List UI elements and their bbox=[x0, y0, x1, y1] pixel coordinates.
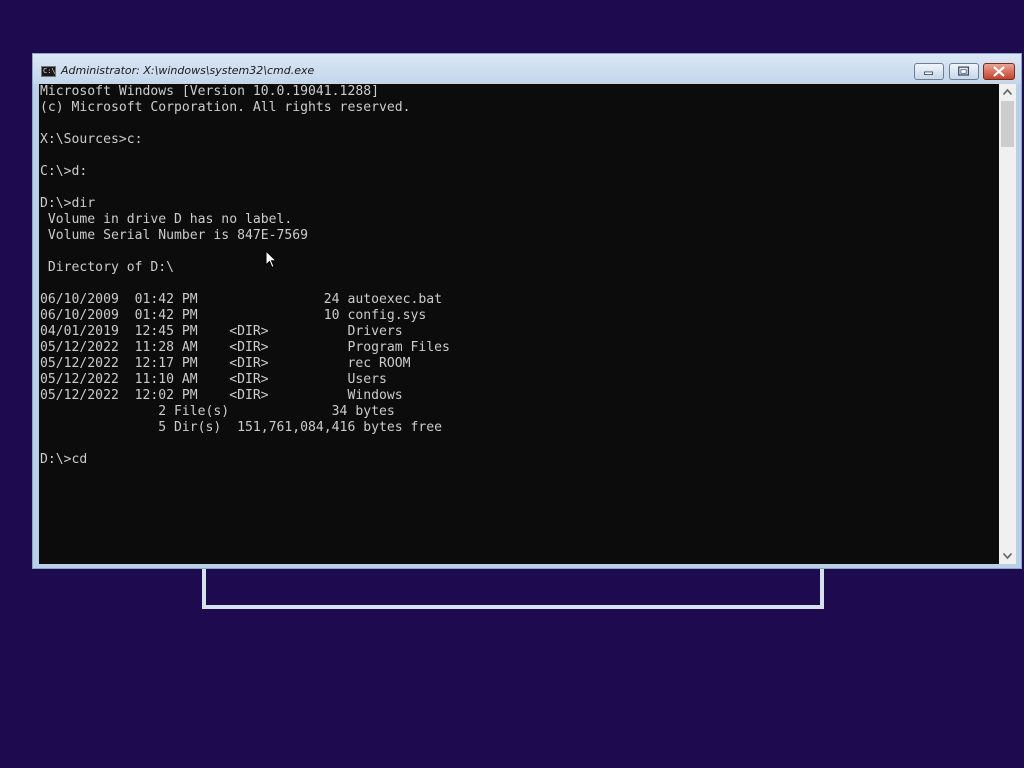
console-line: C:\>d: bbox=[40, 164, 88, 179]
scroll-down-arrow-icon[interactable] bbox=[999, 547, 1016, 564]
mouse-pointer-icon bbox=[265, 250, 277, 269]
close-icon bbox=[993, 66, 1005, 77]
console-line: Directory of D:\ bbox=[40, 260, 175, 275]
window-title: Administrator: X:\windows\system32\cmd.e… bbox=[61, 64, 315, 77]
console-line: D:\>dir bbox=[40, 196, 96, 211]
minimize-button[interactable] bbox=[914, 63, 944, 80]
maximize-icon bbox=[958, 66, 970, 76]
console-line: Volume in drive D has no label. bbox=[40, 212, 293, 227]
console-line: Microsoft Windows [Version 10.0.19041.12… bbox=[40, 84, 379, 99]
console-text: Microsoft Windows [Version 10.0.19041.12… bbox=[39, 84, 999, 468]
cmd-icon-label: C:\ bbox=[43, 67, 56, 75]
scroll-thumb[interactable] bbox=[1001, 101, 1014, 147]
console-line: 05/12/2022 12:02 PM <DIR> Windows bbox=[40, 388, 403, 403]
console-line: D:\>cd bbox=[40, 452, 88, 467]
close-button[interactable] bbox=[983, 63, 1015, 80]
console-line: X:\Sources>c: bbox=[40, 132, 143, 147]
console-line: 04/01/2019 12:45 PM <DIR> Drivers bbox=[40, 324, 403, 339]
scroll-up-arrow-icon[interactable] bbox=[999, 84, 1016, 101]
console-line: 06/10/2009 01:42 PM 10 config.sys bbox=[40, 308, 427, 323]
console-line: (c) Microsoft Corporation. All rights re… bbox=[40, 100, 411, 115]
console-line: 05/12/2022 11:10 AM <DIR> Users bbox=[40, 372, 387, 387]
maximize-button[interactable] bbox=[949, 63, 979, 80]
console-line: Volume Serial Number is 847E-7569 bbox=[40, 228, 309, 243]
cmd-icon[interactable]: C:\ bbox=[41, 66, 56, 77]
minimize-icon bbox=[924, 71, 933, 76]
console-line: 05/12/2022 12:17 PM <DIR> rec ROOM bbox=[40, 356, 411, 371]
console-line: 2 File(s) 34 bytes bbox=[40, 404, 395, 419]
console-output[interactable]: Microsoft Windows [Version 10.0.19041.12… bbox=[39, 84, 999, 564]
console-line: 05/12/2022 11:28 AM <DIR> Program Files bbox=[40, 340, 450, 355]
console-line: 5 Dir(s) 151,761,084,416 bytes free bbox=[40, 420, 443, 435]
console-line: 06/10/2009 01:42 PM 24 autoexec.bat bbox=[40, 292, 443, 307]
vertical-scrollbar[interactable] bbox=[999, 84, 1016, 564]
cmd-window: C:\ Administrator: X:\windows\system32\c… bbox=[32, 53, 1022, 569]
desktop: C:\ Administrator: X:\windows\system32\c… bbox=[0, 0, 1024, 768]
title-bar[interactable]: C:\ Administrator: X:\windows\system32\c… bbox=[33, 54, 1021, 84]
